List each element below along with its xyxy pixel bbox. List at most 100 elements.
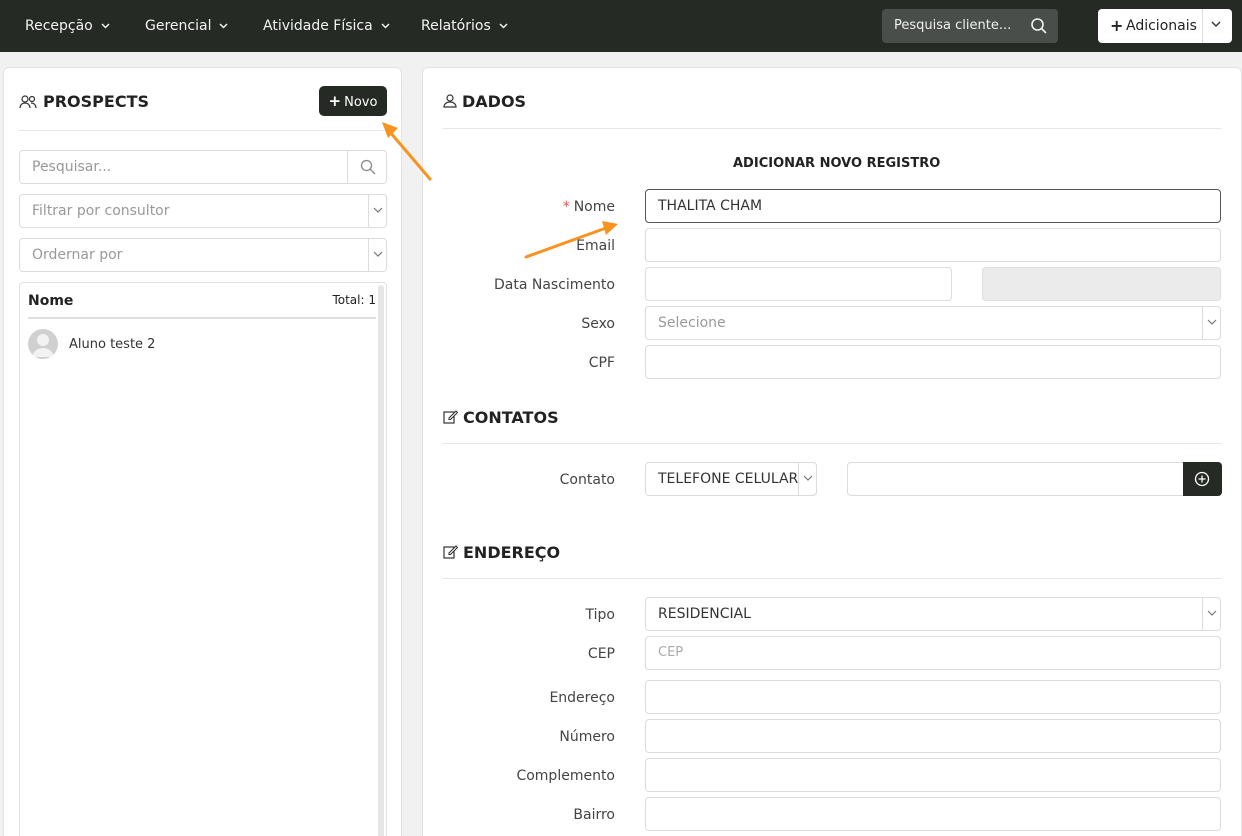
search-button[interactable] <box>347 151 386 183</box>
cpf-input[interactable] <box>645 345 1221 379</box>
list-item-name: Aluno teste 2 <box>69 337 156 352</box>
contatos-title-text: CONTATOS <box>463 408 559 427</box>
nome-input[interactable]: THALITA CHAM <box>645 189 1221 223</box>
list-header-name[interactable]: Nome <box>28 283 73 319</box>
edit-icon <box>443 545 458 559</box>
adicionais-button[interactable]: + Adicionais <box>1098 9 1232 43</box>
endereco-input[interactable] <box>645 680 1221 714</box>
novo-button[interactable]: + Novo <box>319 86 387 116</box>
data-nascimento-label: Data Nascimento <box>494 277 615 293</box>
chevron-down-icon <box>499 23 508 29</box>
client-search-input[interactable]: Pesquisa cliente... <box>882 9 1058 43</box>
chevron-down-icon <box>373 251 383 257</box>
chevron-down-icon <box>1207 610 1217 616</box>
idade-field-disabled <box>982 267 1221 301</box>
list-item[interactable]: Aluno teste 2 <box>28 327 376 363</box>
nav-item-relatorios[interactable]: Relatórios <box>421 0 508 52</box>
contato-tipo-value: TELEFONE CELULAR <box>658 471 799 487</box>
cpf-label: CPF <box>588 355 615 371</box>
chevron-down-icon <box>1207 319 1217 325</box>
cep-input[interactable]: CEP <box>645 636 1221 670</box>
tipo-label: Tipo <box>585 607 615 623</box>
bairro-input[interactable] <box>645 797 1221 831</box>
divider <box>443 128 1221 129</box>
chevron-down-icon <box>373 207 383 213</box>
complemento-label: Complemento <box>516 768 615 784</box>
order-by-select[interactable]: Ordernar por <box>19 238 387 272</box>
divider <box>1202 9 1203 43</box>
search-icon <box>360 159 376 175</box>
contato-tipo-select[interactable]: TELEFONE CELULAR <box>645 462 817 496</box>
sexo-label: Sexo <box>581 316 615 332</box>
contato-value-input[interactable] <box>847 462 1185 496</box>
required-marker: * <box>562 199 570 215</box>
filter-consultor-select[interactable]: Filtrar por consultor <box>19 194 387 228</box>
chevron-down-icon <box>101 23 110 29</box>
chevron-down-icon <box>803 475 813 481</box>
dropdown-toggle[interactable] <box>1202 307 1220 339</box>
prospects-panel: PROSPECTS + Novo Pesquisar... Filtrar por… <box>3 67 402 836</box>
data-nascimento-input[interactable] <box>645 267 952 301</box>
list-total: Total: 1 <box>332 293 376 307</box>
nome-label-text: Nome <box>573 199 615 215</box>
endereco-label: Endereço <box>549 690 615 706</box>
nav-item-recepcao[interactable]: Recepção <box>25 0 110 52</box>
dropdown-toggle[interactable] <box>1202 598 1220 630</box>
prospect-search-input[interactable]: Pesquisar... <box>19 150 387 184</box>
chevron-down-icon[interactable] <box>1211 21 1221 28</box>
dropdown-toggle[interactable] <box>368 239 386 271</box>
tipo-endereco-select[interactable]: RESIDENCIAL <box>645 597 1221 631</box>
client-search-placeholder: Pesquisa cliente... <box>894 18 1012 33</box>
list-scrollbar[interactable] <box>378 285 384 836</box>
nome-label: * Nome <box>425 199 615 215</box>
nav-item-atividade-fisica[interactable]: Atividade Física <box>263 0 390 52</box>
list-header: Nome Total: 1 <box>28 283 376 319</box>
nome-value: THALITA CHAM <box>658 198 763 214</box>
filter-placeholder: Filtrar por consultor <box>32 203 170 219</box>
nav-item-label: Relatórios <box>421 18 491 34</box>
dados-panel: DADOS ADICIONAR NOVO REGISTRO * Nome THAL… <box>422 67 1242 836</box>
divider <box>443 578 1221 579</box>
cep-label: CEP <box>587 646 615 662</box>
chevron-down-icon <box>219 23 228 29</box>
plus-icon: + <box>328 92 342 110</box>
dropdown-toggle[interactable] <box>368 195 386 227</box>
divider <box>19 130 387 131</box>
nav-item-gerencial[interactable]: Gerencial <box>145 0 228 52</box>
add-contact-button[interactable] <box>1183 462 1222 496</box>
search-placeholder: Pesquisar... <box>32 159 112 175</box>
dados-title: DADOS <box>443 92 526 111</box>
edit-icon <box>443 410 458 424</box>
bairro-label: Bairro <box>573 807 615 823</box>
user-icon <box>443 94 457 108</box>
contato-label: Contato <box>559 472 615 488</box>
plus-circle-icon <box>1194 471 1210 487</box>
users-icon <box>19 95 37 109</box>
sexo-placeholder: Selecione <box>658 315 726 331</box>
numero-input[interactable] <box>645 719 1221 753</box>
plus-icon: + <box>1110 16 1124 35</box>
chevron-down-icon <box>381 23 390 29</box>
divider <box>443 443 1221 444</box>
contatos-title: CONTATOS <box>443 408 559 427</box>
prospects-list: Nome Total: 1 Aluno teste 2 <box>19 282 387 836</box>
search-icon[interactable] <box>1030 17 1048 35</box>
novo-label: Novo <box>344 95 378 110</box>
email-input[interactable] <box>645 228 1221 262</box>
adicionais-label: Adicionais <box>1126 18 1197 34</box>
user-avatar-icon <box>32 334 54 357</box>
endereco-title-text: ENDEREÇO <box>463 543 561 562</box>
numero-label: Número <box>559 729 615 745</box>
avatar <box>28 329 58 359</box>
dropdown-toggle[interactable] <box>798 463 816 495</box>
form-title: ADICIONAR NOVO REGISTRO <box>733 156 941 171</box>
top-navbar: Recepção Gerencial Atividade Física Rela… <box>0 0 1242 52</box>
sexo-select[interactable]: Selecione <box>645 306 1221 340</box>
order-placeholder: Ordernar por <box>32 247 123 263</box>
endereco-title: ENDEREÇO <box>443 543 560 562</box>
complemento-input[interactable] <box>645 758 1221 792</box>
prospects-title-text: PROSPECTS <box>43 92 150 111</box>
nav-item-label: Atividade Física <box>263 18 373 34</box>
nav-item-label: Recepção <box>25 18 93 34</box>
nav-item-label: Gerencial <box>145 18 212 34</box>
